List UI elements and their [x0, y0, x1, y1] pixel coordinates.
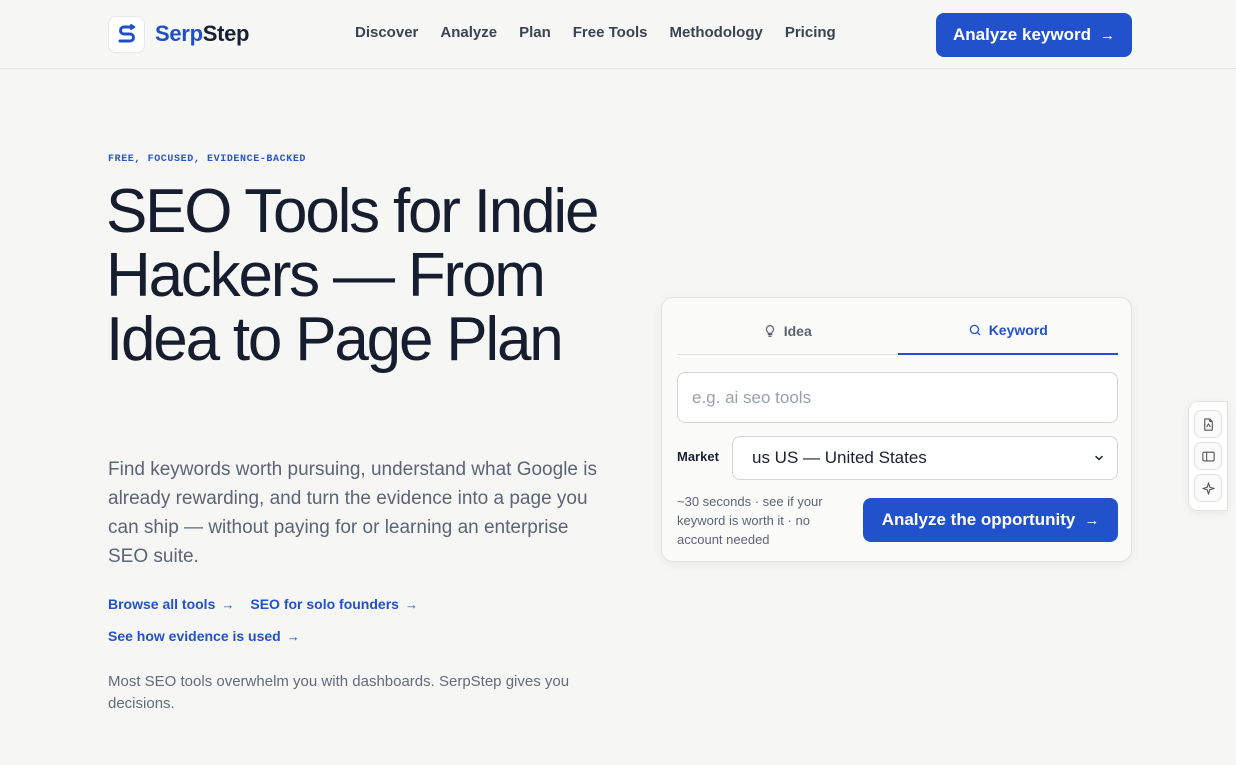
- search-icon: [969, 324, 980, 336]
- arrow-right-icon: →: [286, 629, 300, 644]
- brand-name-step: Step: [202, 21, 250, 46]
- arrow-right-icon: →: [1099, 26, 1115, 44]
- page-title: SEO Tools for Indie Hackers — From Idea …: [106, 177, 599, 374]
- tab-idea-label: Idea: [783, 322, 812, 339]
- arrow-right-icon: →: [221, 597, 235, 612]
- lightbulb-icon: [765, 324, 774, 337]
- see-how-evidence-link[interactable]: See how evidence is used →: [108, 628, 300, 644]
- seo-for-solo-founders-label: SEO for solo founders: [250, 596, 399, 612]
- brand-name-serp: Serp: [155, 21, 203, 46]
- nav-plan[interactable]: Plan: [519, 24, 551, 41]
- analyze-keyword-label: Analyze keyword: [953, 25, 1091, 44]
- seo-for-solo-founders-link[interactable]: SEO for solo founders →: [250, 596, 418, 612]
- browse-all-tools-link[interactable]: Browse all tools →: [108, 596, 234, 612]
- hero-eyebrow: FREE, FOCUSED, EVIDENCE-BACKED: [108, 154, 307, 165]
- brand-name: SerpStep: [155, 21, 250, 47]
- analyze-hint: ~30 seconds · see if your keyword is wor…: [677, 494, 823, 547]
- analyze-opportunity-label: Analyze the opportunity: [881, 510, 1076, 529]
- tab-keyword[interactable]: Keyword: [897, 315, 1118, 355]
- document-icon: [1203, 417, 1213, 431]
- arrow-right-icon: →: [1084, 511, 1100, 529]
- mode-tabs: Idea Keyword: [677, 315, 1118, 355]
- nav-methodology[interactable]: Methodology: [670, 24, 763, 41]
- keyword-input[interactable]: [677, 372, 1118, 423]
- sidebar-panel-icon: [1201, 451, 1215, 461]
- arrow-right-icon: →: [404, 597, 418, 612]
- tab-idea[interactable]: Idea: [677, 315, 898, 354]
- nav-pricing[interactable]: Pricing: [785, 24, 836, 41]
- nav-free-tools[interactable]: Free Tools: [573, 24, 648, 41]
- hero-links: Browse all tools → SEO for solo founders →…: [108, 596, 608, 660]
- hero-tagline: Most SEO tools overwhelm you with dashbo…: [108, 673, 570, 712]
- sparkle-button[interactable]: [1194, 474, 1222, 502]
- analyzer-card: Idea Keyword Market us US — United State…: [661, 297, 1132, 562]
- market-select[interactable]: us US — United States: [732, 436, 1118, 480]
- analyze-opportunity-button[interactable]: Analyze the opportunity →: [863, 498, 1118, 542]
- logo-link[interactable]: SerpStep: [108, 15, 250, 53]
- see-how-evidence-label: See how evidence is used: [108, 628, 281, 644]
- analyze-keyword-button[interactable]: Analyze keyword →: [936, 13, 1132, 57]
- chevron-down-icon: [1095, 455, 1103, 461]
- browse-all-tools-label: Browse all tools: [108, 596, 216, 612]
- nav-discover[interactable]: Discover: [355, 24, 418, 41]
- floating-toolbar: [1188, 401, 1228, 511]
- main-nav: Discover Analyze Plan Free Tools Methodo…: [355, 24, 858, 41]
- site-header: SerpStep Discover Analyze Plan Free Tool…: [0, 0, 1236, 69]
- serpstep-logo-icon: [108, 15, 145, 53]
- market-label: Market: [677, 449, 719, 464]
- tab-keyword-label: Keyword: [988, 322, 1048, 338]
- nav-analyze[interactable]: Analyze: [440, 24, 497, 41]
- sparkle-icon: [1201, 481, 1215, 495]
- hero-subtitle: Find keywords worth pursuing, understand…: [108, 459, 597, 567]
- market-selected-value: us US — United States: [752, 448, 927, 467]
- document-button[interactable]: [1194, 410, 1222, 438]
- sidebar-panel-button[interactable]: [1194, 442, 1222, 470]
